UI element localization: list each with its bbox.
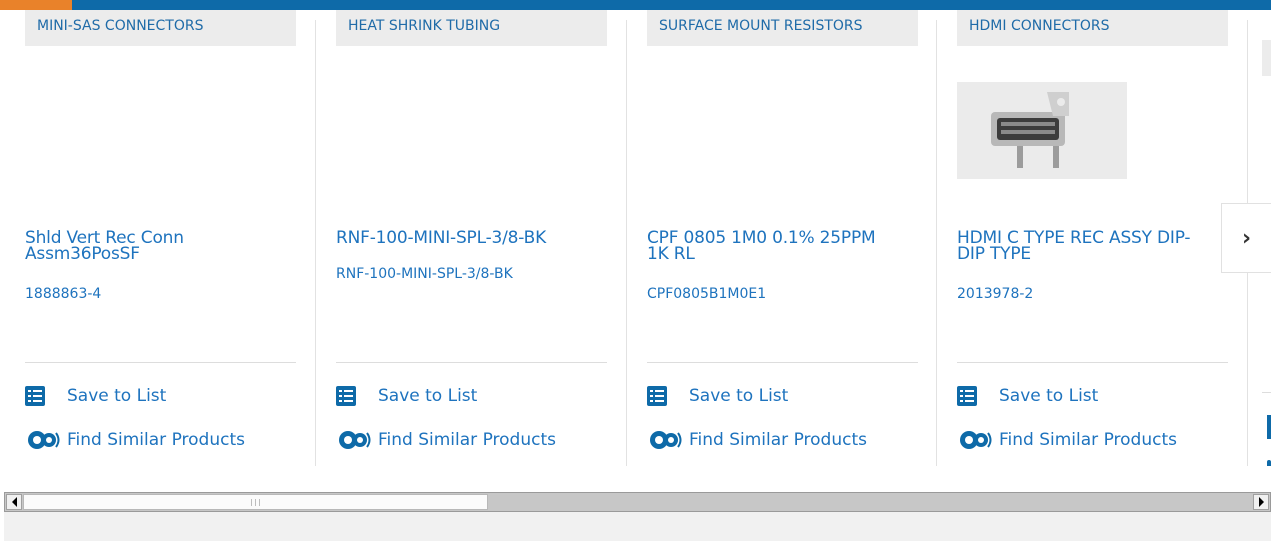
save-to-list-button[interactable]: Save to List bbox=[25, 385, 166, 407]
part-number-link[interactable]: 1888863-4 bbox=[25, 286, 101, 302]
find-similar-products-button[interactable]: Find Similar Products bbox=[647, 428, 867, 452]
checklist-icon bbox=[957, 386, 977, 406]
product-category[interactable]: SURFACE MOUNT RESISTORS bbox=[647, 10, 918, 46]
top-accent-orange bbox=[0, 0, 72, 10]
card-divider bbox=[957, 362, 1228, 363]
save-to-list-label: Save to List bbox=[378, 386, 478, 406]
save-to-list-button[interactable]: Save to List bbox=[336, 385, 477, 407]
find-similar-label: Find Similar Products bbox=[67, 430, 245, 450]
find-similar-products-button[interactable]: Find Similar Products bbox=[336, 428, 556, 452]
product-category[interactable]: MINI-SAS CONNECTORS bbox=[25, 10, 296, 46]
column-divider bbox=[626, 20, 627, 466]
arrow-right-icon bbox=[1258, 497, 1264, 507]
card-divider bbox=[336, 362, 607, 363]
product-image[interactable] bbox=[957, 82, 1127, 179]
gears-icon bbox=[339, 431, 371, 449]
grip-icon bbox=[251, 499, 260, 506]
save-to-list-label: Save to List bbox=[999, 386, 1099, 406]
product-card: HEAT SHRINK TUBING RNF-100-MINI-SPL-3/8-… bbox=[336, 10, 607, 466]
scrollbar-thumb[interactable] bbox=[23, 494, 488, 510]
product-carousel: MINI-SAS CONNECTORS Shld Vert Rec Conn A… bbox=[0, 10, 1271, 466]
part-number-link[interactable]: RNF-100-MINI-SPL-3/8-BK bbox=[336, 266, 513, 282]
column-divider bbox=[315, 20, 316, 466]
gears-icon bbox=[960, 431, 992, 449]
footer-strip bbox=[4, 512, 1271, 541]
find-similar-label: Find Similar Products bbox=[689, 430, 867, 450]
part-number-link[interactable]: CPF0805B1M0E1 bbox=[647, 286, 766, 302]
checklist-icon bbox=[25, 386, 45, 406]
product-category[interactable]: HDMI CONNECTORS bbox=[957, 10, 1228, 46]
checklist-icon bbox=[336, 386, 356, 406]
find-similar-products-button[interactable]: Find Similar Products bbox=[25, 428, 245, 452]
product-title-link[interactable]: CPF 0805 1M0 0.1% 25PPM 1K RL bbox=[647, 230, 887, 263]
horizontal-scrollbar[interactable] bbox=[4, 492, 1271, 512]
scroll-right-button[interactable] bbox=[1253, 494, 1269, 510]
product-category[interactable]: HEAT SHRINK TUBING bbox=[336, 10, 607, 46]
carousel-next-button[interactable]: › bbox=[1221, 203, 1271, 273]
save-to-list-button[interactable]: Save to List bbox=[957, 385, 1098, 407]
gears-icon bbox=[28, 431, 60, 449]
top-accent-bar bbox=[0, 0, 1271, 10]
part-number-link[interactable]: 2013978-2 bbox=[957, 286, 1033, 302]
gears-icon bbox=[650, 431, 682, 449]
checklist-icon bbox=[647, 386, 667, 406]
scroll-left-button[interactable] bbox=[6, 494, 22, 510]
product-card: MINI-SAS CONNECTORS Shld Vert Rec Conn A… bbox=[25, 10, 296, 466]
chevron-right-icon: › bbox=[1241, 225, 1252, 251]
product-card: SURFACE MOUNT RESISTORS CPF 0805 1M0 0.1… bbox=[647, 10, 918, 466]
product-card: HDMI CONNECTORS HDMI C TYPE REC ASSY DIP… bbox=[957, 10, 1228, 466]
find-similar-products-button[interactable]: Find Similar Products bbox=[957, 428, 1177, 452]
save-to-list-label: Save to List bbox=[67, 386, 167, 406]
product-title-link[interactable]: HDMI C TYPE REC ASSY DIP-DIP TYPE bbox=[957, 230, 1197, 263]
product-title-link[interactable]: RNF-100-MINI-SPL-3/8-BK bbox=[336, 230, 576, 247]
column-divider bbox=[936, 20, 937, 466]
card-divider bbox=[647, 362, 918, 363]
save-to-list-label: Save to List bbox=[689, 386, 789, 406]
arrow-left-icon bbox=[11, 497, 17, 507]
find-similar-label: Find Similar Products bbox=[378, 430, 556, 450]
save-to-list-button[interactable]: Save to List bbox=[647, 385, 788, 407]
card-divider bbox=[25, 362, 296, 363]
product-title-link[interactable]: Shld Vert Rec Conn Assm36PosSF bbox=[25, 230, 265, 263]
find-similar-label: Find Similar Products bbox=[999, 430, 1177, 450]
